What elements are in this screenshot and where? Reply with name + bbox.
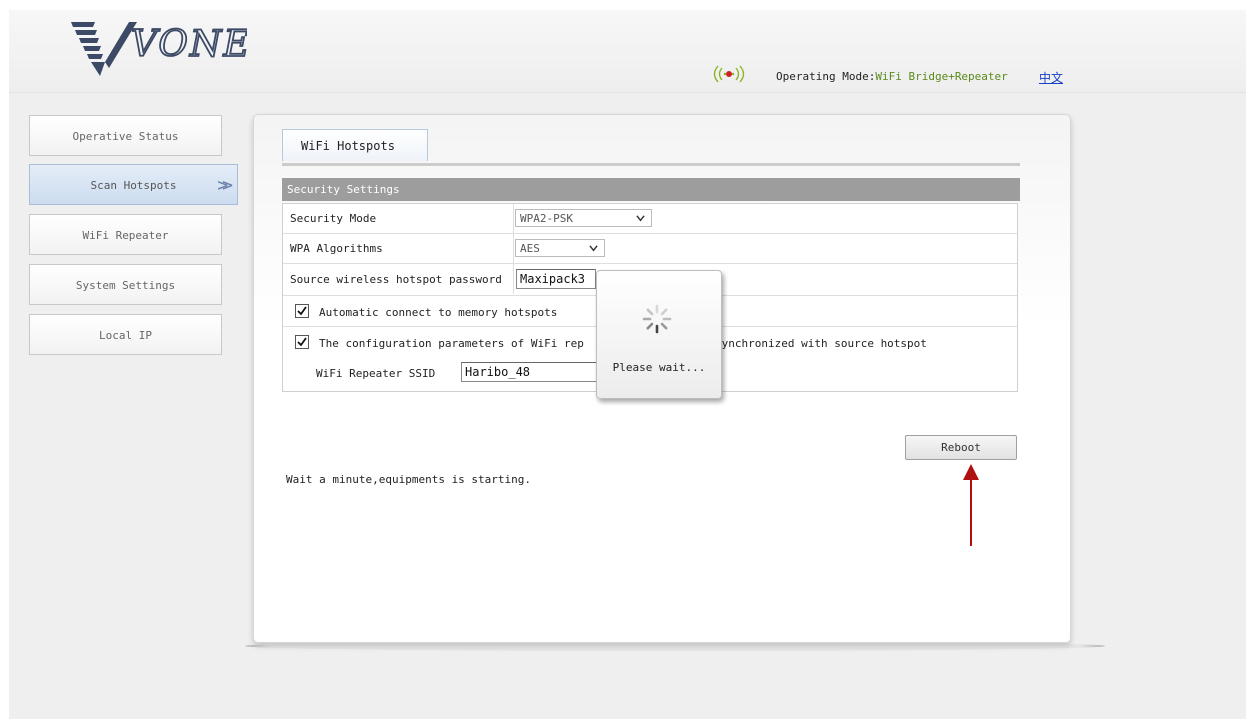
sidebar-item-operative-status[interactable]: Operative Status (29, 115, 222, 156)
wpa-algorithms-row: WPA Algorithms AES (283, 234, 1017, 264)
wpa-algorithms-value: AES (520, 242, 540, 255)
operating-mode-value: WiFi Bridge+Repeater (875, 70, 1008, 83)
sidebar-item-label: System Settings (75, 279, 176, 292)
please-wait-text: Please wait... (612, 361, 706, 374)
reboot-button[interactable]: Reboot (905, 435, 1017, 460)
wifi-signal-icon (713, 65, 745, 83)
status-message: Wait a minute,equipments is starting. (286, 473, 532, 486)
sidebar-item-label: Operative Status (72, 130, 179, 143)
checkmark-icon (297, 306, 307, 316)
auto-connect-checkbox[interactable] (295, 304, 309, 318)
sync-config-checkbox[interactable] (295, 335, 309, 349)
header-bar: VONETS Operating Mode:WiFi Bridge+Repeat… (9, 10, 1246, 93)
wpa-algorithms-label: WPA Algorithms (290, 242, 383, 255)
double-chevron-right-icon: >> (217, 175, 233, 196)
svg-text:VONETS: VONETS (131, 24, 247, 65)
sync-config-label: The configuration parameters of WiFi rep (319, 337, 584, 350)
annotation-arrow-icon (963, 464, 979, 546)
sidebar-item-local-ip[interactable]: Local IP (29, 314, 222, 355)
please-wait-dialog: Please wait... (596, 270, 722, 399)
sidebar-item-system-settings[interactable]: System Settings (29, 264, 222, 305)
loading-spinner-icon (642, 304, 672, 334)
password-input[interactable]: Maxipack3 (516, 269, 596, 289)
wpa-algorithms-select[interactable]: AES (515, 239, 605, 257)
ssid-label: WiFi Repeater SSID (316, 367, 436, 380)
security-mode-label: Security Mode (290, 212, 377, 225)
security-mode-select[interactable]: WPA2-PSK (515, 209, 652, 227)
sidebar-item-label: WiFi Repeater (82, 229, 169, 242)
security-mode-row: Security Mode WPA2-PSK (283, 204, 1017, 234)
sidebar-item-wifi-repeater[interactable]: WiFi Repeater (29, 214, 222, 255)
operating-mode: Operating Mode:WiFi Bridge+Repeater (776, 70, 1008, 83)
password-label: Source wireless hotspot password (290, 273, 502, 286)
sync-config-label-tail: synchronized with source hotspot (715, 337, 927, 350)
sidebar-item-label: Scan Hotspots (90, 179, 177, 192)
ssid-input[interactable]: Haribo_48 (461, 362, 601, 382)
tab-divider (282, 163, 1020, 166)
auto-connect-label: Automatic connect to memory hotspots (319, 306, 558, 319)
sidebar-item-scan-hotspots[interactable]: Scan Hotspots >> (29, 164, 238, 205)
security-mode-value: WPA2-PSK (520, 212, 573, 225)
vonets-logo: VONETS (71, 22, 247, 76)
section-title: Security Settings (282, 178, 1020, 201)
language-link[interactable]: 中文 (1039, 69, 1063, 86)
chevron-down-icon (636, 215, 645, 222)
operating-mode-label: Operating Mode: (776, 70, 876, 83)
chevron-down-icon (589, 245, 598, 252)
tab-wifi-hotspots[interactable]: WiFi Hotspots (282, 129, 428, 161)
panel-shadow (245, 644, 1105, 651)
sidebar-item-label: Local IP (99, 329, 152, 342)
checkmark-icon (297, 337, 307, 347)
app-frame: VONETS Operating Mode:WiFi Bridge+Repeat… (9, 10, 1246, 719)
